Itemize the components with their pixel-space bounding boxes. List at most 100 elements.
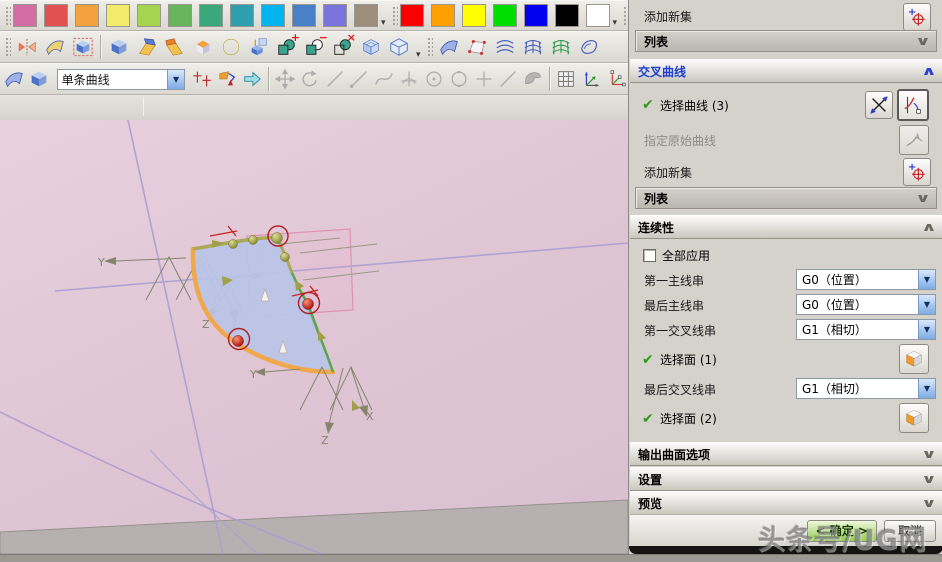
line-icon[interactable] [323,66,346,92]
palette-dropdown-arrow[interactable]: ▾ [610,18,621,28]
boss-feature-icon[interactable] [246,34,272,60]
first-primary-combobox[interactable]: G0（位置） ▼ [796,269,936,290]
flange-sheet-icon[interactable] [162,34,188,60]
circle-icon[interactable] [447,66,470,92]
combo-dropdown-arrow[interactable]: ▼ [918,295,935,314]
mirror-feature-icon[interactable] [14,34,40,60]
bounded-plane-icon[interactable] [464,34,490,60]
arc-cross-icon[interactable] [398,66,421,92]
color-swatch[interactable] [137,4,161,27]
swept-surface-icon[interactable] [436,34,462,60]
n-sided-surface-icon[interactable] [576,34,602,60]
check-icon: ✔ [642,410,654,427]
toolbar-grip[interactable] [425,36,433,58]
plus-point-icon[interactable] [472,66,495,92]
color-swatch[interactable] [230,4,254,27]
intersect-boolean-icon[interactable]: × [330,32,356,60]
through-curve-mesh-icon[interactable] [520,34,546,60]
color-swatch[interactable] [554,4,579,27]
sphere-icon[interactable] [218,34,244,60]
select-face1-button[interactable] [899,344,929,374]
studio-surface-icon[interactable] [548,34,574,60]
color-swatch[interactable] [354,4,378,27]
slash-line-icon[interactable] [497,66,520,92]
combo-dropdown-arrow[interactable]: ▼ [167,69,185,89]
section-preview[interactable]: 预览 ∨ [630,491,942,515]
curve-rule-combobox[interactable]: 单条曲线 ▼ [56,68,186,90]
toolbar-grip[interactable] [390,4,398,27]
first-cross-label: 第一交叉线串 [644,323,717,338]
line-point-icon[interactable] [348,66,371,92]
select-curve-button[interactable] [897,89,929,121]
viewport-3d-scene[interactable]: Y Z Y Z X [0,120,628,554]
add-new-set-row-2: 添加新集 + [629,158,942,186]
svg-text:X: X [366,410,374,423]
unite-boolean-icon[interactable]: + [274,32,300,60]
color-swatch[interactable] [399,4,424,27]
combo-dropdown-arrow[interactable]: ▼ [918,379,935,398]
combo-dropdown-arrow[interactable]: ▼ [918,320,935,339]
csys-dynamic-icon[interactable] [604,66,627,92]
graphics-viewport[interactable]: Y Z Y Z X [0,120,628,554]
apply-all-checkbox[interactable] [643,248,656,262]
list-group-bar[interactable]: 列表 ∨ [635,30,937,52]
section-output-options[interactable]: 输出曲面选项 ∨ [630,442,942,466]
chamfer-cube-icon[interactable] [106,34,132,60]
reverse-direction-button[interactable] [865,91,893,119]
rotate-handles-icon[interactable] [298,66,321,92]
point-constructor-icon[interactable] [191,66,214,92]
direction-arrow-icon[interactable] [241,66,264,92]
sheet-body-icon[interactable] [42,34,68,60]
extract-sheet-icon[interactable] [3,66,26,92]
subtract-boolean-icon[interactable]: − [302,32,328,60]
select-face2-button[interactable] [899,403,929,433]
csys-orient-icon[interactable] [579,66,602,92]
color-swatch[interactable] [323,4,347,27]
sew-solid-icon[interactable] [70,34,96,60]
chevron-down-icon: ∨ [915,34,931,48]
through-curves-icon[interactable] [492,34,518,60]
color-swatch[interactable] [523,4,548,27]
color-swatch[interactable] [168,4,192,27]
circle-center-icon[interactable] [423,66,446,92]
add-new-set-button-2[interactable]: + [903,158,931,186]
list-group-bar-2[interactable]: 列表 ∨ [635,187,937,209]
toolbar-separator [548,67,551,91]
grid-table-icon[interactable] [555,66,578,92]
spline-icon[interactable] [373,66,396,92]
specify-origin-curve-button[interactable] [899,125,929,155]
color-swatch[interactable] [492,4,517,27]
color-swatch[interactable] [75,4,99,27]
color-swatch[interactable] [430,4,455,27]
color-swatch[interactable] [199,4,223,27]
section-continuity[interactable]: 连续性 ∧ [630,215,942,239]
color-swatch[interactable] [461,4,486,27]
last-cross-value: G1（相切） [802,382,867,396]
bend-sheet-icon[interactable] [134,34,160,60]
add-new-set-button[interactable]: + [903,3,931,31]
move-handles-icon[interactable] [274,66,297,92]
patch-face-icon[interactable] [522,66,545,92]
toolbar-dropdown-arrow[interactable]: ▾ [413,50,424,60]
point-dialog-icon[interactable] [216,66,239,92]
toolbar-grip[interactable] [4,36,11,58]
wireframe-cube-icon[interactable] [386,34,412,60]
solid-cube-icon[interactable] [28,66,51,92]
thicken-sheet-icon[interactable] [190,34,216,60]
color-swatch[interactable] [13,4,37,27]
last-cross-combobox[interactable]: G1（相切） ▼ [796,378,936,399]
select-face1-row: ✔ 选择面 (1) [629,343,942,376]
color-swatch[interactable] [292,4,316,27]
section-cross-curves[interactable]: 交叉曲线 ∧ [630,59,942,83]
last-primary-combobox[interactable]: G0（位置） ▼ [796,294,936,315]
combo-dropdown-arrow[interactable]: ▼ [918,270,935,289]
first-cross-combobox[interactable]: G1（相切） ▼ [796,319,936,340]
section-settings[interactable]: 设置 ∨ [630,467,942,491]
color-swatch[interactable] [261,4,285,27]
color-swatch[interactable] [44,4,68,27]
color-swatch[interactable] [585,4,610,27]
toolbar-grip[interactable] [4,4,11,27]
palette-dropdown-arrow[interactable]: ▾ [378,18,389,28]
color-swatch[interactable] [106,4,130,27]
shell-icon[interactable] [358,34,384,60]
